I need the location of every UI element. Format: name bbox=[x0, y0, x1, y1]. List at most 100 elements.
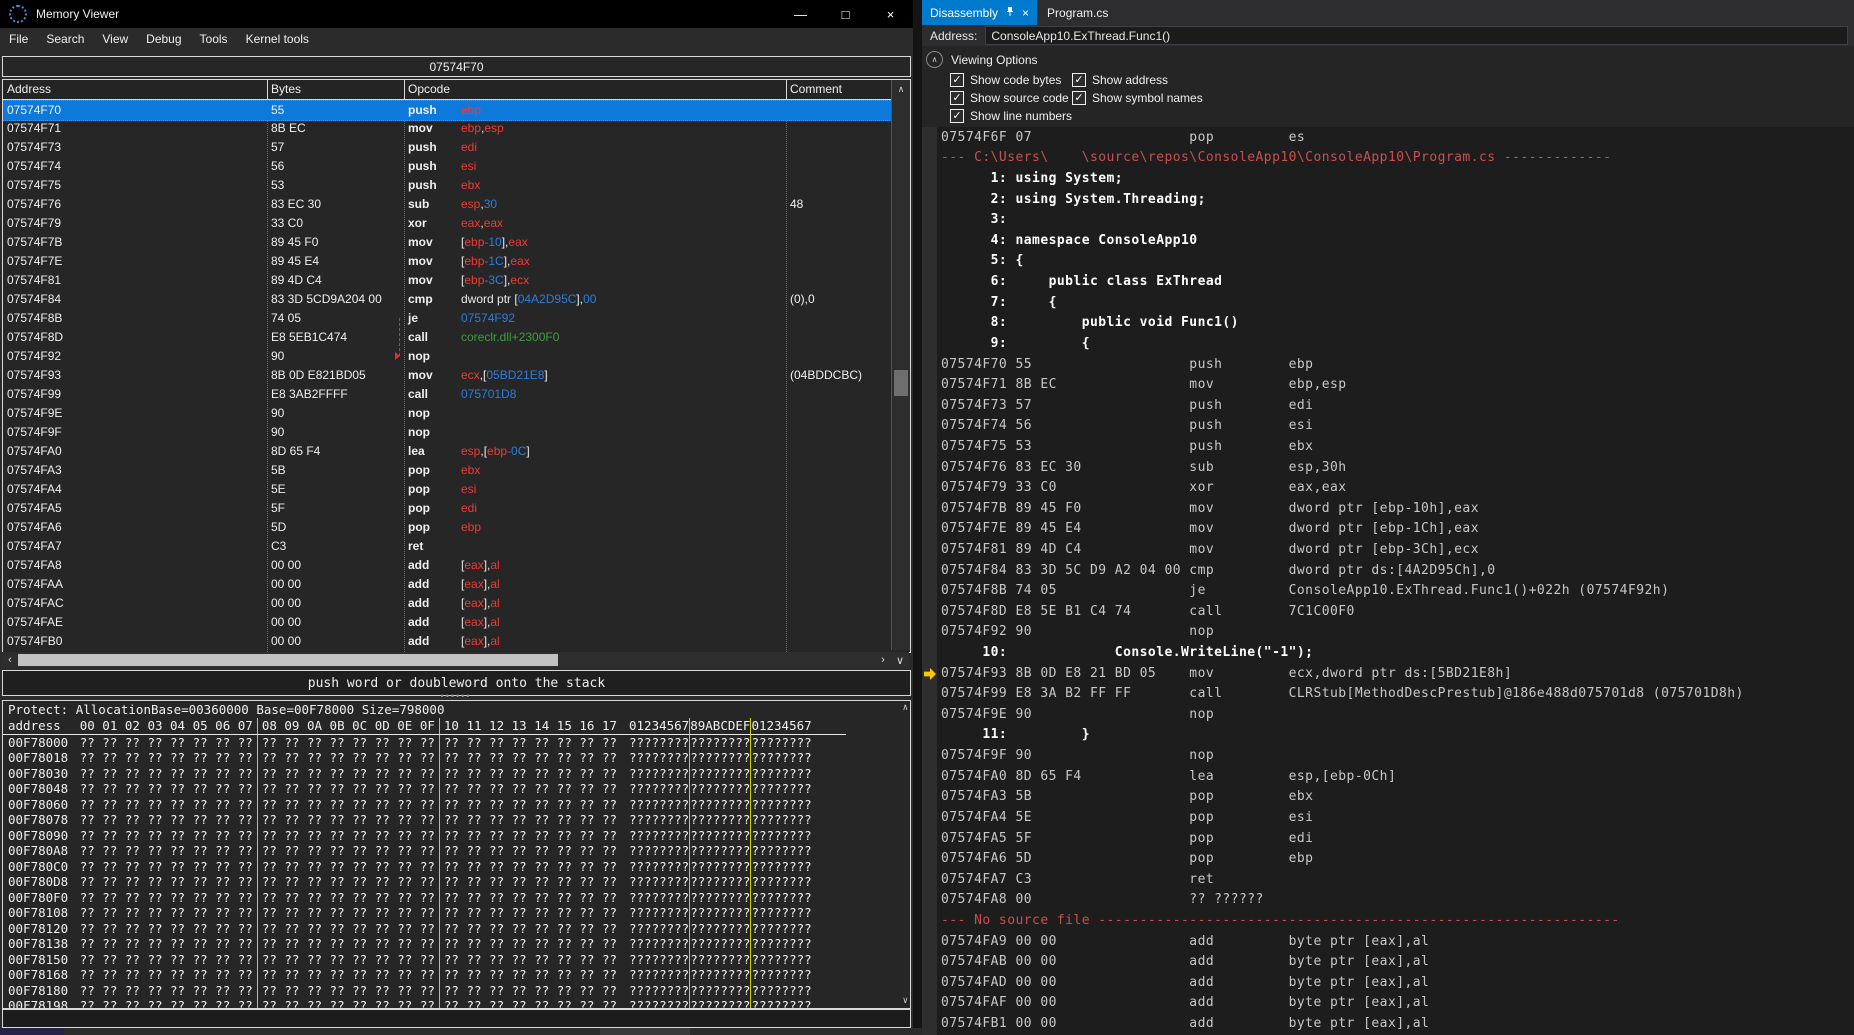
hex-row[interactable]: 00F78048?? ?? ?? ?? ?? ?? ?? ???? ?? ?? … bbox=[3, 781, 910, 797]
checkbox-show-source-code[interactable]: ✓Show source code bbox=[950, 91, 1072, 105]
source-separator-line[interactable]: --- No source file ---------------------… bbox=[922, 910, 1854, 931]
tab-program-cs[interactable]: Program.cs bbox=[1037, 0, 1118, 25]
hex-row[interactable]: 00F78078?? ?? ?? ?? ?? ?? ?? ???? ?? ?? … bbox=[3, 812, 910, 828]
table-row[interactable]: 07574F9F90nop bbox=[3, 423, 892, 442]
hex-row[interactable]: 00F78180?? ?? ?? ?? ?? ?? ?? ???? ?? ?? … bbox=[3, 983, 910, 999]
splitter-handle[interactable]: •••••• bbox=[436, 695, 476, 698]
asm-line[interactable]: 07574FA8 00 ?? ?????? bbox=[922, 890, 1854, 911]
tab-disassembly[interactable]: Disassembly × bbox=[922, 0, 1037, 25]
asm-line[interactable]: 07574FB1 00 00 add byte ptr [eax],al bbox=[922, 1013, 1854, 1034]
menu-item-search[interactable]: Search bbox=[37, 32, 93, 46]
table-row[interactable]: 07574F7683 EC 30subesp,3048 bbox=[3, 195, 892, 214]
asm-line[interactable]: 07574F6F 07 pop es bbox=[922, 127, 1854, 148]
hex-row[interactable]: 00F78150?? ?? ?? ?? ?? ?? ?? ???? ?? ?? … bbox=[3, 952, 910, 968]
asm-line[interactable]: 07574FAD 00 00 add byte ptr [eax],al bbox=[922, 972, 1854, 993]
asm-line[interactable]: 07574F73 57 push edi bbox=[922, 395, 1854, 416]
hex-row[interactable]: 00F780C0?? ?? ?? ?? ?? ?? ?? ???? ?? ?? … bbox=[3, 859, 910, 875]
asm-line[interactable]: 07574F99 E8 3A B2 FF FF call CLRStub[Met… bbox=[922, 683, 1854, 704]
table-row[interactable]: 07574F8DE8 5EB1C474callcoreclr.dll+2300F… bbox=[3, 328, 892, 347]
scroll-right-icon[interactable]: › bbox=[875, 652, 891, 668]
source-line[interactable]: 2: using System.Threading; bbox=[922, 189, 1854, 210]
table-row[interactable]: 07574F9290nop bbox=[3, 347, 892, 366]
hex-row[interactable]: 00F780F0?? ?? ?? ?? ?? ?? ?? ???? ?? ?? … bbox=[3, 890, 910, 906]
hex-row[interactable]: 00F78108?? ?? ?? ?? ?? ?? ?? ???? ?? ?? … bbox=[3, 905, 910, 921]
column-header-opcode[interactable]: Opcode bbox=[408, 82, 450, 96]
asm-line[interactable]: 07574FA9 00 00 add byte ptr [eax],al bbox=[922, 931, 1854, 952]
table-row[interactable]: 07574F8189 4D C4mov[ebp-3C],ecx bbox=[3, 271, 892, 290]
asm-line[interactable]: 07574F81 89 4D C4 mov dword ptr [ebp-3Ch… bbox=[922, 539, 1854, 560]
asm-line[interactable]: 07574F8D E8 5E B1 C4 74 call 7C1C00F0 bbox=[922, 601, 1854, 622]
asm-line[interactable]: 07574FA6 5D pop ebp bbox=[922, 848, 1854, 869]
asm-line[interactable]: 07574FA4 5E pop esi bbox=[922, 807, 1854, 828]
table-row[interactable]: 07574F7055pushebp bbox=[3, 100, 892, 121]
table-row[interactable]: 07574F7E89 45 E4mov[ebp-1C],eax bbox=[3, 252, 892, 271]
hex-scroll-down-icon[interactable]: ∨ bbox=[903, 996, 908, 1006]
asm-line[interactable]: 07574F74 56 push esi bbox=[922, 416, 1854, 437]
table-row[interactable]: 07574F938B 0D E821BD05movecx,[05BD21E8](… bbox=[3, 366, 892, 385]
hex-row[interactable]: 00F78168?? ?? ?? ?? ?? ?? ?? ???? ?? ?? … bbox=[3, 967, 910, 983]
source-line[interactable]: 6: public class ExThread bbox=[922, 271, 1854, 292]
table-row[interactable]: 07574F7B89 45 F0mov[ebp-10],eax bbox=[3, 233, 892, 252]
hex-scroll-up-icon[interactable]: ∧ bbox=[903, 703, 908, 713]
asm-line[interactable]: 07574F92 90 nop bbox=[922, 622, 1854, 643]
table-row[interactable]: 07574F718B ECmovebp,esp bbox=[3, 119, 892, 138]
hex-row[interactable]: 00F78030?? ?? ?? ?? ?? ?? ?? ???? ?? ?? … bbox=[3, 766, 910, 782]
hex-input-box[interactable] bbox=[2, 1009, 911, 1028]
checkbox-show-code-bytes[interactable]: ✓Show code bytes bbox=[950, 73, 1072, 87]
asm-line[interactable]: 07574FAB 00 00 add byte ptr [eax],al bbox=[922, 951, 1854, 972]
checkbox-show-address[interactable]: ✓Show address bbox=[1072, 73, 1168, 87]
scroll-up-icon[interactable]: ∧ bbox=[892, 80, 910, 98]
table-row[interactable]: 07574F8B74 05je07574F92 bbox=[3, 309, 892, 328]
menu-item-kernel-tools[interactable]: Kernel tools bbox=[237, 32, 318, 46]
asm-line[interactable]: 07574F93 8B 0D E8 21 BD 05 mov ecx,dword… bbox=[922, 663, 1854, 684]
table-row[interactable]: 07574FAE00 00add[eax],al bbox=[3, 613, 892, 632]
column-header-bytes[interactable]: Bytes bbox=[271, 82, 301, 96]
source-separator-line[interactable]: --- C:\Users\ \source\repos\ConsoleApp10… bbox=[922, 148, 1854, 169]
table-row[interactable]: 07574FA7C3ret bbox=[3, 537, 892, 556]
hscrollbar-thumb[interactable] bbox=[18, 654, 558, 666]
asm-line[interactable]: 07574F7B 89 45 F0 mov dword ptr [ebp-10h… bbox=[922, 498, 1854, 519]
table-row[interactable]: 07574F9E90nop bbox=[3, 404, 892, 423]
asm-line[interactable]: 07574F8B 74 05 je ConsoleApp10.ExThread.… bbox=[922, 580, 1854, 601]
scroll-down-icon[interactable]: ∨ bbox=[892, 652, 908, 668]
source-line[interactable]: 8: public void Func1() bbox=[922, 312, 1854, 333]
tab-close-icon[interactable]: × bbox=[1022, 6, 1029, 20]
asm-line[interactable]: 07574F71 8B EC mov ebp,esp bbox=[922, 374, 1854, 395]
source-line[interactable]: 1: using System; bbox=[922, 168, 1854, 189]
table-row[interactable]: 07574FA65Dpopebp bbox=[3, 518, 892, 537]
asm-line[interactable]: 07574F7E 89 45 E4 mov dword ptr [ebp-1Ch… bbox=[922, 519, 1854, 540]
table-row[interactable]: 07574F7357pushedi bbox=[3, 138, 892, 157]
hex-row[interactable]: 00F780D8?? ?? ?? ?? ?? ?? ?? ???? ?? ?? … bbox=[3, 874, 910, 890]
table-row[interactable]: 07574F7933 C0xoreax,eax bbox=[3, 214, 892, 233]
asm-line[interactable]: 07574FA5 5F pop edi bbox=[922, 828, 1854, 849]
table-row[interactable]: 07574F7456pushesi bbox=[3, 157, 892, 176]
menu-item-debug[interactable]: Debug bbox=[137, 32, 190, 46]
maximize-button[interactable]: □ bbox=[823, 0, 868, 28]
table-row[interactable]: 07574FA55Fpopedi bbox=[3, 499, 892, 518]
asm-line[interactable]: 07574F75 53 push ebx bbox=[922, 436, 1854, 457]
asm-line[interactable]: 07574F79 33 C0 xor eax,eax bbox=[922, 477, 1854, 498]
table-row[interactable]: 07574FA800 00add[eax],al bbox=[3, 556, 892, 575]
disassembly-code[interactable]: 07574F6F 07 pop es--- C:\Users\ \source\… bbox=[922, 127, 1854, 1035]
asm-line[interactable]: 07574F76 83 EC 30 sub esp,30h bbox=[922, 457, 1854, 478]
asm-line[interactable]: 07574FAF 00 00 add byte ptr [eax],al bbox=[922, 993, 1854, 1014]
source-line[interactable]: 5: { bbox=[922, 251, 1854, 272]
menu-item-tools[interactable]: Tools bbox=[191, 32, 237, 46]
asm-line[interactable]: 07574F9F 90 nop bbox=[922, 745, 1854, 766]
scrollbar-thumb[interactable] bbox=[894, 370, 908, 396]
table-row[interactable]: 07574F8483 3D 5CD9A204 00cmpdword ptr [0… bbox=[3, 290, 892, 309]
close-button[interactable]: × bbox=[868, 0, 913, 28]
source-line[interactable]: 4: namespace ConsoleApp10 bbox=[922, 230, 1854, 251]
title-bar[interactable]: Memory Viewer — □ × bbox=[0, 0, 913, 28]
address-input[interactable]: ConsoleApp10.ExThread.Func1() bbox=[985, 26, 1848, 45]
asm-line[interactable]: 07574FA3 5B pop ebx bbox=[922, 787, 1854, 808]
hex-row[interactable]: 00F78090?? ?? ?? ?? ?? ?? ?? ???? ?? ?? … bbox=[3, 828, 910, 844]
column-header-comment[interactable]: Comment bbox=[790, 82, 842, 96]
table-row[interactable]: 07574F99E8 3AB2FFFFcall075701D8 bbox=[3, 385, 892, 404]
hex-row[interactable]: 00F78120?? ?? ?? ?? ?? ?? ?? ???? ?? ?? … bbox=[3, 921, 910, 937]
source-line[interactable]: 9: { bbox=[922, 333, 1854, 354]
vertical-scrollbar[interactable]: ∧ bbox=[891, 80, 910, 650]
asm-line[interactable]: 07574F9E 90 nop bbox=[922, 704, 1854, 725]
collapse-icon[interactable]: ∧ bbox=[926, 51, 943, 68]
hex-row[interactable]: 00F78198?? ?? ?? ?? ?? ?? ?? ???? ?? ?? … bbox=[3, 998, 910, 1009]
